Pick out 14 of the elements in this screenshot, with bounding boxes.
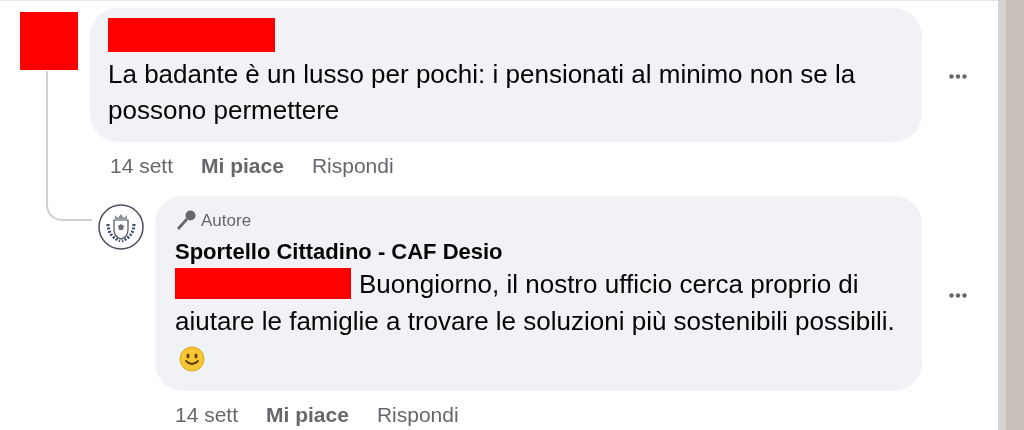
reply-text: Buongiorno, il nostro ufficio cerca proprio di aiutare le famiglie a trovare le soluzioni più sostenibili possibili. (175, 266, 905, 377)
author-label: Autore (201, 209, 252, 232)
more-icon (949, 73, 967, 79)
comment-time: 14 sett (175, 402, 239, 428)
reply-author[interactable]: Sportello Cittadino - CAF Desio (175, 238, 902, 266)
comment-text: La badante è un lusso per pochi: i pensionati al minimo non se la possono permettere (108, 58, 857, 127)
more-icon (949, 293, 967, 298)
crest-avatar-icon (98, 203, 144, 250)
microphone-icon (175, 209, 197, 232)
reply-link[interactable]: Rispondi (376, 399, 459, 430)
comment-time: 14 sett (110, 153, 174, 179)
reply-link[interactable]: Rispondi (311, 150, 394, 182)
like-link[interactable]: Mi piace (201, 150, 284, 182)
like-link[interactable]: Mi piace (266, 399, 349, 430)
